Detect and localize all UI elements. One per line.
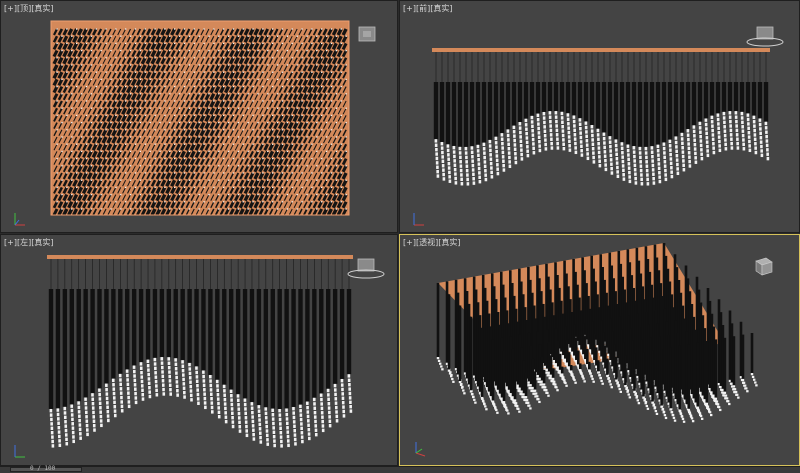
viewport-left[interactable]: [+][左][真实] — [0, 234, 398, 466]
front-view-scene — [432, 48, 770, 186]
perspective-view-scene — [436, 243, 758, 423]
view-cube-icon[interactable] — [745, 25, 785, 51]
ceiling-bar — [47, 255, 353, 259]
axis-tripod-icon — [14, 213, 25, 226]
view-cube-icon[interactable] — [357, 25, 377, 43]
view-cube-icon[interactable] — [752, 255, 776, 277]
viewport-front[interactable]: [+][前][真实] — [399, 0, 800, 233]
axis-tripod-icon — [413, 213, 424, 226]
left-view-scene — [47, 255, 353, 448]
viewport-perspective[interactable]: [+][透视][真实] — [399, 234, 800, 466]
top-view-scene — [50, 20, 350, 216]
hanging-rods — [433, 52, 770, 186]
viewport-top[interactable]: [+][顶][真实] — [0, 0, 398, 233]
axis-tripod-icon — [14, 445, 25, 458]
hanging-rods — [48, 259, 353, 448]
frame-readout: 0 / 100 — [30, 465, 56, 472]
ceiling-bar — [432, 48, 770, 52]
axis-tripod-icon — [415, 442, 426, 457]
view-cube-icon[interactable] — [346, 257, 386, 283]
